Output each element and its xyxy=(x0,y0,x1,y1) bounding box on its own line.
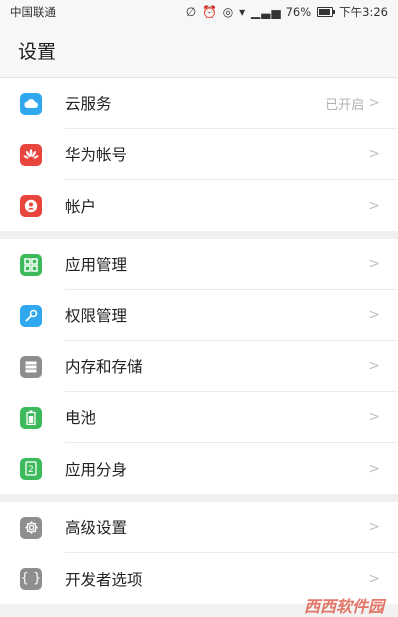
settings-group-apps: 应用管理 > 权限管理 > 内存和存储 > 电池 > 2 应用分身 > xyxy=(0,239,398,494)
chevron-right-icon: > xyxy=(368,519,380,535)
settings-item-label: 开发者选项 xyxy=(65,570,143,589)
settings-item-permission-management[interactable]: 权限管理 > xyxy=(0,290,398,341)
settings-item-label: 内存和存储 xyxy=(65,358,143,376)
chevron-right-icon: > xyxy=(368,409,380,425)
app-grid-icon xyxy=(20,253,42,276)
chevron-right-icon: > xyxy=(368,307,380,323)
settings-item-label: 云服务 xyxy=(65,95,112,113)
group-divider xyxy=(0,494,398,502)
account-icon xyxy=(20,194,42,217)
braces-icon: { } xyxy=(20,567,42,590)
chevron-right-icon: > xyxy=(368,197,380,214)
key-icon xyxy=(20,304,42,327)
status-text: 已开启 xyxy=(325,97,365,113)
svg-text:2: 2 xyxy=(28,465,34,475)
status-icons: ∅ ⏰ ◎ ▾ ▁▃▅ xyxy=(185,5,282,19)
carrier-name: 中国联通 xyxy=(10,5,56,19)
clock: 下午3:26 xyxy=(339,5,388,19)
settings-item-huawei-account[interactable]: 华为帐号 > xyxy=(0,129,398,180)
settings-item-label: 华为帐号 xyxy=(65,146,128,164)
settings-item-storage[interactable]: 内存和存储 > xyxy=(0,341,398,392)
settings-item-accounts[interactable]: 帐户 > xyxy=(0,180,398,231)
settings-item-label: 应用管理 xyxy=(65,256,128,274)
settings-group-system: 高级设置 > { } 开发者选项 > xyxy=(0,502,398,604)
status-bar: 中国联通 ∅ ⏰ ◎ ▾ ▁▃▅ 76% 下午3:26 xyxy=(0,0,398,24)
chevron-right-icon: > xyxy=(368,570,380,587)
app-twin-icon: 2 xyxy=(20,457,42,480)
settings-item-label: 权限管理 xyxy=(65,307,128,325)
settings-group-account: 云服务 已开启 > 华为帐号 > 帐户 > xyxy=(0,78,398,231)
battery-icon xyxy=(317,7,336,17)
chevron-right-icon: > xyxy=(368,460,380,477)
chevron-right-icon: > xyxy=(368,95,380,111)
chevron-right-icon: > xyxy=(368,146,380,162)
settings-item-label: 高级设置 xyxy=(65,519,128,537)
storage-icon xyxy=(20,355,42,378)
settings-item-app-twin[interactable]: 2 应用分身 > xyxy=(0,443,398,494)
settings-item-advanced-settings[interactable]: 高级设置 > xyxy=(0,502,398,553)
gear-icon xyxy=(20,516,42,539)
settings-item-label: 电池 xyxy=(65,409,97,427)
chevron-right-icon: > xyxy=(368,256,380,272)
settings-item-battery[interactable]: 电池 > xyxy=(0,392,398,443)
settings-item-label: 应用分身 xyxy=(65,460,128,479)
page-title: 设置 xyxy=(18,41,57,63)
watermark-logo: 西西软件园 xyxy=(303,597,384,616)
battery-percent: 76% xyxy=(285,5,312,19)
group-divider xyxy=(0,231,398,239)
status-indicators: ∅ ⏰ ◎ ▾ ▁▃▅ 76% 下午3:26 xyxy=(186,4,388,20)
chevron-right-icon: > xyxy=(368,358,380,374)
cloud-icon xyxy=(20,92,42,115)
page-title-bar: 设置 xyxy=(0,24,398,78)
settings-item-cloud-service[interactable]: 云服务 已开启 > xyxy=(0,78,398,129)
settings-item-label: 帐户 xyxy=(65,197,97,216)
battery-icon xyxy=(20,406,42,429)
huawei-logo-icon xyxy=(20,143,42,166)
settings-item-app-management[interactable]: 应用管理 > xyxy=(0,239,398,290)
